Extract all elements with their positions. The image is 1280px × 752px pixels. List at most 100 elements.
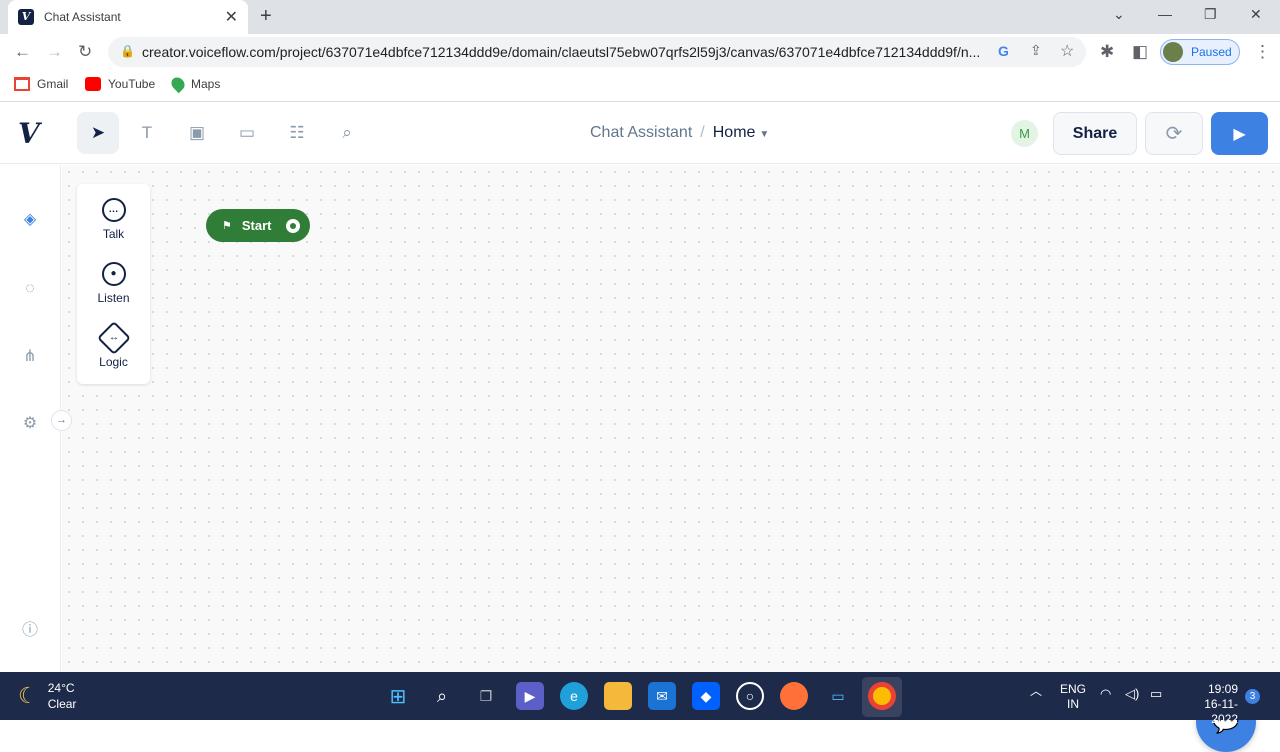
restore-icon[interactable]: ❐: [1204, 6, 1217, 23]
share-page-icon[interactable]: ⇪: [1030, 42, 1042, 59]
breadcrumb-project[interactable]: Chat Assistant: [590, 124, 692, 141]
language-indicator[interactable]: ENG IN: [1060, 682, 1086, 712]
select-tool-button[interactable]: ➤: [77, 112, 119, 154]
file-explorer-icon[interactable]: [604, 682, 632, 710]
user-avatar[interactable]: M: [1011, 120, 1038, 147]
wifi-icon[interactable]: ◠: [1100, 686, 1111, 702]
canvas[interactable]: … Talk ● Listen ↔ Logic ⚑ Start: [62, 165, 1280, 672]
notification-badge[interactable]: 3: [1245, 689, 1260, 704]
edge-icon[interactable]: e: [560, 682, 588, 710]
run-button[interactable]: ▶: [1211, 112, 1268, 155]
moon-icon: ☾: [18, 683, 38, 708]
chrome-icon[interactable]: [868, 682, 896, 710]
breadcrumb-page[interactable]: Home: [713, 124, 756, 141]
github-icon[interactable]: ○: [736, 682, 764, 710]
layers-icon[interactable]: ◈: [19, 209, 41, 231]
address-bar[interactable]: 🔒 creator.voiceflow.com/project/637071e4…: [108, 37, 1086, 67]
tab-search-icon[interactable]: ⌄: [1113, 6, 1125, 23]
arrow-right-icon: →: [56, 414, 67, 426]
firefox-icon[interactable]: [780, 682, 808, 710]
teams-icon[interactable]: ▶: [516, 682, 544, 710]
share-button[interactable]: Share: [1053, 112, 1137, 155]
bookmarks-bar: Gmail YouTube Maps: [0, 70, 1280, 102]
time: 19:09: [1207, 682, 1238, 696]
weather-widget[interactable]: ☾ 24°C Clear: [18, 680, 76, 712]
back-icon[interactable]: ←: [14, 42, 31, 62]
integrations-icon[interactable]: ⋔: [19, 346, 41, 368]
dropbox-icon[interactable]: ◆: [692, 682, 720, 710]
avatar: [1163, 42, 1183, 62]
logic-icon: ↔: [96, 321, 131, 355]
mail-icon[interactable]: ✉: [648, 682, 676, 710]
bookmark-label: Maps: [191, 77, 221, 91]
tab-title: Chat Assistant: [44, 10, 121, 24]
battery-icon[interactable]: ▭: [1150, 686, 1162, 702]
bookmark-label: YouTube: [108, 77, 156, 91]
bookmark-gmail[interactable]: Gmail: [14, 77, 68, 91]
clock[interactable]: 19:09 16-11-2022: [1180, 682, 1238, 727]
start-menu-icon[interactable]: ⊞: [384, 682, 412, 710]
sync-icon: ⟳: [1165, 123, 1183, 145]
minimize-icon[interactable]: —: [1158, 6, 1172, 22]
bookmark-label: Gmail: [37, 77, 69, 91]
card-icon: ☷: [289, 123, 305, 142]
step-label: Talk: [102, 227, 125, 241]
reload-icon[interactable]: ↻: [78, 42, 92, 62]
settings-icon[interactable]: ⚙: [19, 413, 41, 435]
region-code: IN: [1067, 697, 1079, 711]
close-tab-icon[interactable]: ✕: [225, 7, 238, 27]
browser-tab[interactable]: V Chat Assistant ✕: [8, 0, 248, 34]
gmail-icon: [14, 77, 30, 91]
start-block[interactable]: ⚑ Start: [206, 209, 310, 242]
google-icon[interactable]: G: [998, 43, 1009, 59]
info-icon[interactable]: ⓘ: [19, 620, 41, 642]
start-label: Start: [241, 218, 272, 233]
task-view-icon[interactable]: ❐: [472, 682, 500, 710]
step-menu: … Talk ● Listen ↔ Logic: [77, 184, 150, 384]
step-label: Logic: [99, 355, 128, 369]
extensions-icon[interactable]: ✱: [1100, 42, 1114, 62]
tray-overflow-icon[interactable]: ︿: [1030, 682, 1042, 699]
text-icon: T: [141, 123, 153, 142]
browser-toolbar: ← → ↻ 🔒 creator.voiceflow.com/project/63…: [0, 34, 1280, 70]
image-tool-button[interactable]: ▣: [176, 112, 218, 154]
profile-button[interactable]: Paused: [1160, 39, 1240, 65]
weather-condition: Clear: [47, 697, 77, 711]
expand-sidebar-button[interactable]: →: [51, 410, 72, 431]
talk-icon: …: [101, 198, 126, 222]
play-icon: ▶: [1233, 125, 1246, 143]
start-port[interactable]: [286, 218, 300, 233]
search-icon[interactable]: ⌕: [428, 682, 456, 710]
step-logic[interactable]: ↔ Logic: [77, 321, 150, 369]
new-tab-icon[interactable]: +: [260, 5, 272, 28]
search-tool-button[interactable]: ⌕: [326, 112, 368, 154]
conversations-icon[interactable]: ◌: [19, 278, 41, 300]
voiceflow-app: V ➤ T ▣ ▭ ☷ ⌕ Chat Assistant / Home ▼ M Sha…: [0, 103, 1280, 752]
comment-icon: ▭: [238, 123, 256, 142]
volume-icon[interactable]: ◁): [1125, 686, 1139, 702]
listen-icon: ●: [101, 262, 126, 286]
url-text[interactable]: creator.voiceflow.com/project/637071e4db…: [142, 44, 992, 60]
bookmark-youtube[interactable]: YouTube: [85, 77, 155, 91]
step-listen[interactable]: ● Listen: [77, 262, 150, 305]
card-tool-button[interactable]: ☷: [276, 112, 318, 154]
text-tool-button[interactable]: T: [126, 112, 168, 154]
voiceflow-logo[interactable]: V: [18, 117, 40, 150]
chevron-down-icon[interactable]: ▼: [759, 129, 769, 140]
breadcrumb: Chat Assistant / Home ▼: [590, 124, 769, 142]
forward-icon[interactable]: →: [46, 42, 63, 62]
bookmark-maps[interactable]: Maps: [168, 74, 221, 94]
side-panel-icon[interactable]: ◧: [1132, 42, 1148, 62]
close-window-icon[interactable]: ✕: [1250, 6, 1262, 23]
maps-icon: [168, 74, 188, 94]
bookmark-star-icon[interactable]: ☆: [1060, 41, 1074, 61]
browser-tab-strip: V Chat Assistant ✕ + ⌄ — ❐ ✕: [0, 0, 1280, 34]
remote-desktop-icon[interactable]: ▭: [824, 682, 852, 710]
step-talk[interactable]: … Talk: [77, 198, 150, 241]
flag-icon: ⚑: [222, 220, 232, 232]
sync-button[interactable]: ⟳: [1145, 112, 1203, 155]
lock-icon: 🔒: [120, 44, 135, 58]
comment-tool-button[interactable]: ▭: [226, 112, 268, 154]
windows-taskbar: ☾ 24°C Clear ⊞ ⌕ ❐ ▶ e ✉ ◆ ○ ▭ ︿ ENG IN …: [0, 672, 1280, 726]
browser-menu-icon[interactable]: ⋮: [1254, 42, 1271, 62]
